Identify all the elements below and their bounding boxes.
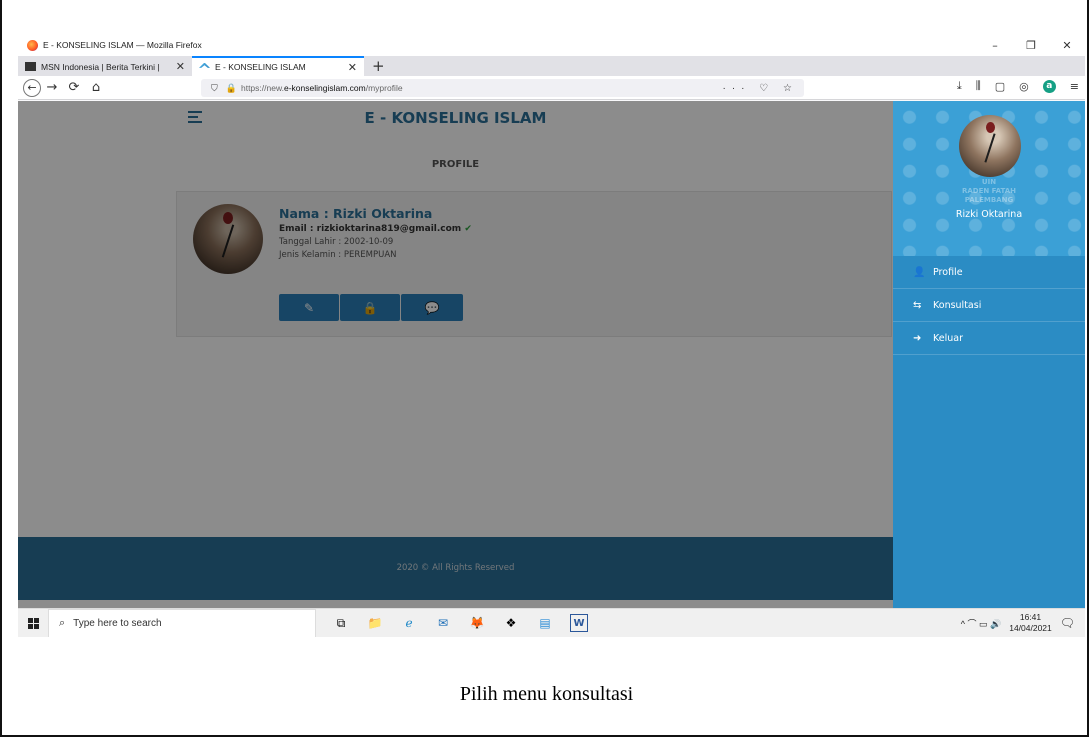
- profile-card: Nama : Rizki Oktarina Email : rizkioktar…: [176, 191, 892, 337]
- message-button[interactable]: 💬: [401, 294, 463, 321]
- url-actions[interactable]: ··· ♡ ☆: [723, 83, 798, 94]
- web-page: E - KONSELING ISLAM PROFILE Nama : Rizki…: [18, 101, 1085, 608]
- taskbar-search[interactable]: ⌕ Type here to search: [48, 608, 316, 637]
- search-icon: ⌕: [59, 616, 66, 629]
- sidebar-item-keluar[interactable]: ➜ Keluar: [893, 322, 1085, 355]
- firefox-icon: [27, 39, 38, 51]
- sidebar-avatar: [959, 115, 1021, 177]
- search-placeholder: Type here to search: [73, 617, 162, 629]
- profile-email: Email : rizkioktarina819@gmail.com ✔: [279, 224, 472, 234]
- site-logo-icon: [199, 62, 210, 68]
- navigation-bar: ← → ⟳ ⌂ ⛉ 🔒 https://new. e-konselingislam…: [18, 76, 1085, 100]
- tab-msn[interactable]: MSN Indonesia | Berita Terkini | ✕: [18, 57, 192, 76]
- edge-icon[interactable]: ℯ: [400, 614, 418, 632]
- dim-overlay[interactable]: [18, 101, 893, 608]
- site-brand: E - KONSELING ISLAM: [364, 109, 547, 127]
- system-tray: ^ ⌒ ▭ 🔊 16:41 14/04/2021 🗨: [961, 612, 1085, 634]
- start-button[interactable]: [18, 617, 48, 629]
- toolbar-right: ⤓ ⫼ ▢ ◎ a ≡: [957, 79, 1079, 93]
- close-window-button[interactable]: ✕: [1049, 39, 1085, 52]
- reload-button[interactable]: ⟳: [63, 78, 85, 98]
- close-tab-icon[interactable]: ✕: [176, 60, 185, 73]
- shield-icon: ⛉: [211, 82, 218, 93]
- lock-icon: 🔒: [225, 82, 237, 93]
- dropbox-icon[interactable]: ❖: [502, 614, 520, 632]
- menu-icon[interactable]: ≡: [1070, 80, 1079, 93]
- url-path: /myprofile: [365, 83, 403, 93]
- file-explorer-icon[interactable]: 📁: [366, 614, 384, 632]
- profile-birthdate: Tanggal Lahir : 2002-10-09: [279, 237, 394, 247]
- user-icon: 👤: [913, 266, 926, 278]
- sidebar-item-label: Keluar: [933, 332, 963, 344]
- document-frame: E - KONSELING ISLAM — Mozilla Firefox – …: [0, 0, 1089, 737]
- word-icon[interactable]: W: [570, 614, 588, 632]
- library-icon[interactable]: ⫼: [976, 79, 981, 93]
- tab-strip: MSN Indonesia | Berita Terkini | ✕ E - K…: [18, 56, 1085, 76]
- url-prefix: https://new.: [240, 83, 284, 93]
- profile-gender: Jenis Kelamin : PEREMPUAN: [279, 250, 397, 260]
- tab-konseling[interactable]: E - KONSELING ISLAM ✕: [192, 56, 364, 76]
- back-button[interactable]: ←: [23, 78, 41, 97]
- site-header: E - KONSELING ISLAM: [18, 101, 893, 134]
- site-footer: 2020 © All Rights Reserved: [18, 537, 893, 600]
- email-text: Email : rizkioktarina819@gmail.com: [279, 224, 462, 234]
- browser-window: E - KONSELING ISLAM — Mozilla Firefox – …: [18, 34, 1085, 637]
- avatar: [193, 204, 263, 274]
- tray-icons[interactable]: ^ ⌒ ▭ 🔊: [961, 617, 1001, 630]
- window-title: E - KONSELING ISLAM — Mozilla Firefox: [43, 40, 202, 50]
- extension-icon[interactable]: ◎: [1019, 80, 1029, 93]
- mail-icon[interactable]: ✉: [434, 614, 452, 632]
- title-bar: E - KONSELING ISLAM — Mozilla Firefox – …: [18, 34, 1085, 56]
- profile-name: Nama : Rizki Oktarina: [279, 206, 433, 221]
- restore-button[interactable]: ❐: [1013, 39, 1049, 52]
- page-title: PROFILE: [431, 159, 480, 170]
- sidebar-item-profile[interactable]: 👤 Profile: [893, 256, 1085, 289]
- url-bar[interactable]: ⛉ 🔒 https://new. e-konselingislam.com/myp…: [201, 79, 804, 97]
- figure-caption: Pilih menu konsultasi: [459, 683, 634, 705]
- msn-icon: [25, 62, 36, 71]
- calendar-icon[interactable]: ▤: [536, 614, 554, 632]
- home-button[interactable]: ⌂: [85, 78, 107, 98]
- windows-taskbar: ⌕ Type here to search ⧉ 📁 ℯ ✉ 🦊 ❖ ▤ W ^ …: [18, 608, 1085, 637]
- minimize-button[interactable]: –: [977, 39, 1013, 52]
- close-tab-icon[interactable]: ✕: [348, 61, 357, 74]
- url-domain: e-konselingislam.com: [283, 83, 366, 93]
- verified-check-icon: ✔: [464, 224, 472, 234]
- notification-icon[interactable]: 🗨: [1060, 616, 1075, 630]
- sidebar-icon[interactable]: ▢: [995, 80, 1005, 93]
- clock-date: 14/04/2021: [1009, 623, 1052, 633]
- sidebar-user-name: Rizki Oktarina: [955, 209, 1023, 220]
- profile-info: Nama : Rizki Oktarina Email : rizkioktar…: [279, 206, 472, 260]
- new-tab-button[interactable]: +: [372, 57, 385, 76]
- profile-actions: ✎ 🔒 💬: [279, 294, 463, 321]
- window-controls: – ❐ ✕: [977, 39, 1085, 52]
- sidebar-item-konsultasi[interactable]: ⇆ Konsultasi: [893, 289, 1085, 322]
- university-watermark: UIN RADEN FATAH PALEMBANG: [961, 178, 1017, 204]
- edit-profile-button[interactable]: ✎: [279, 294, 339, 321]
- tab-label: MSN Indonesia | Berita Terkini |: [41, 61, 160, 72]
- clock-time: 16:41: [1019, 612, 1042, 622]
- sidebar-item-label: Konsultasi: [933, 299, 982, 311]
- change-password-button[interactable]: 🔒: [340, 294, 400, 321]
- exchange-icon: ⇆: [913, 299, 922, 311]
- sidebar-header: UIN RADEN FATAH PALEMBANG Rizki Oktarina: [893, 101, 1085, 256]
- footer-text: 2020 © All Rights Reserved: [396, 563, 515, 573]
- windows-icon: [27, 617, 39, 629]
- taskbar-apps: ⧉ 📁 ℯ ✉ 🦊 ❖ ▤ W: [332, 614, 588, 632]
- forward-button[interactable]: →: [41, 78, 63, 98]
- tab-label: E - KONSELING ISLAM: [215, 62, 306, 72]
- clock[interactable]: 16:41 14/04/2021: [1009, 612, 1052, 634]
- firefox-taskbar-icon[interactable]: 🦊: [468, 614, 486, 632]
- account-icon[interactable]: a: [1042, 79, 1056, 93]
- task-view-icon[interactable]: ⧉: [332, 614, 350, 632]
- downloads-icon[interactable]: ⤓: [957, 79, 962, 93]
- side-menu: UIN RADEN FATAH PALEMBANG Rizki Oktarina 👤…: [893, 101, 1085, 608]
- sidebar-item-label: Profile: [933, 266, 963, 278]
- logout-icon: ➜: [913, 332, 922, 344]
